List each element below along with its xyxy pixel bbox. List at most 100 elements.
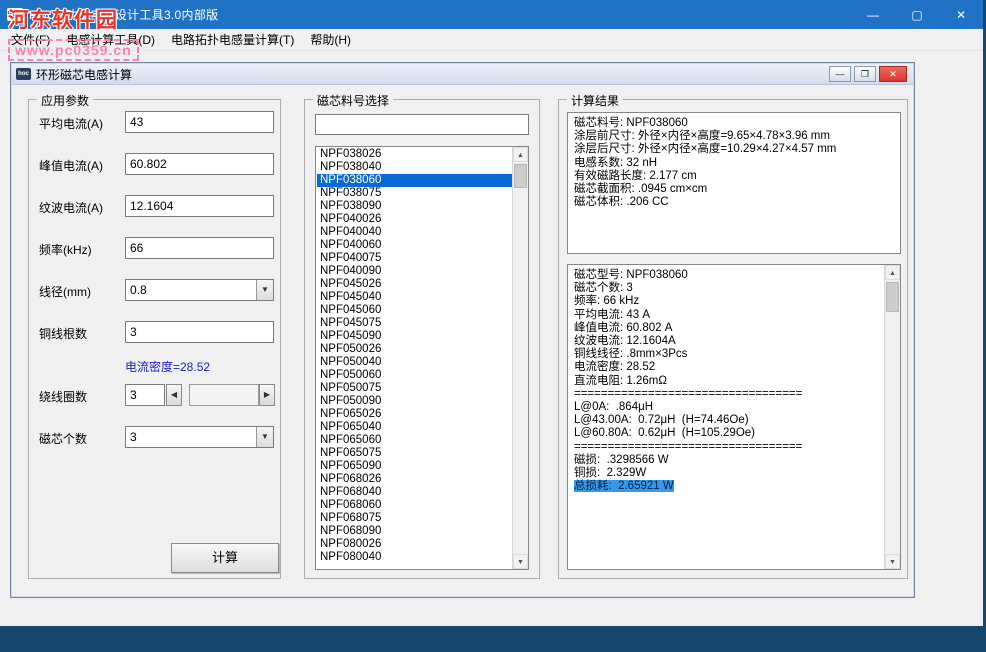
core-list-item[interactable]: NPF045040 <box>317 291 512 304</box>
core-list-item[interactable]: NPF065060 <box>317 434 512 447</box>
desktop: POC POCO功率电感设计工具3.0内部版 — ▢ ✕ 文件(F)电感计算工具… <box>0 0 986 652</box>
menu-item[interactable]: 帮助(H) <box>302 28 359 51</box>
scroll-up-icon[interactable]: ▲ <box>513 147 528 162</box>
spin-left-icon[interactable]: ◀ <box>166 384 182 406</box>
core-list-item[interactable]: NPF038026 <box>317 148 512 161</box>
turns-slider-track[interactable] <box>189 384 259 406</box>
result-line: 有效磁路长度: 2.177 cm <box>574 170 894 183</box>
spin-right-icon[interactable]: ▶ <box>259 384 275 406</box>
core-list-item[interactable]: NPF068075 <box>317 512 512 525</box>
core-list-item[interactable]: NPF038090 <box>317 200 512 213</box>
maximize-button[interactable]: ▢ <box>895 0 939 29</box>
peak-current-input[interactable] <box>125 153 274 175</box>
result-summary-box[interactable]: 磁芯料号: NPF038060涂层前尺寸: 外径×内径×高度=9.65×4.78… <box>567 112 901 254</box>
child-window-controls: — ❐ ✕ <box>826 66 907 82</box>
result-line: L@0A: .864μH <box>574 401 878 414</box>
core-list-item[interactable]: NPF068060 <box>317 499 512 512</box>
core-list-item[interactable]: NPF068040 <box>317 486 512 499</box>
param-row: 绕线圈数 ◀ ▶ <box>39 384 272 406</box>
ripple-current-input[interactable] <box>125 195 274 217</box>
wire-diameter-label: 线径(mm) <box>39 283 91 300</box>
core-list-item[interactable]: NPF040075 <box>317 252 512 265</box>
result-line: 磁芯截面积: .0945 cm×cm <box>574 183 894 196</box>
avg-current-input[interactable] <box>125 111 274 133</box>
current-density-text: 电流密度=28.52 <box>125 358 210 375</box>
chevron-down-icon[interactable]: ▼ <box>256 427 273 447</box>
core-list-item[interactable]: NPF045075 <box>317 317 512 330</box>
child-app-icon: hoc <box>16 68 31 80</box>
core-list-item[interactable]: NPF040090 <box>317 265 512 278</box>
result-line: L@60.80A: 0.62μH (H=105.29Oe) <box>574 427 878 440</box>
core-list-item[interactable]: NPF068026 <box>317 473 512 486</box>
core-list-item[interactable]: NPF050040 <box>317 356 512 369</box>
result-line: 频率: 66 kHz <box>574 295 878 308</box>
calculate-button[interactable]: 计算 <box>171 543 279 573</box>
param-row: 线径(mm) 0.8 ▼ <box>39 279 272 301</box>
param-row: 铜线根数 <box>39 321 272 343</box>
core-count-select[interactable]: 3 ▼ <box>125 426 274 448</box>
scrollbar-thumb[interactable] <box>514 164 527 188</box>
copper-strands-input[interactable] <box>125 321 274 343</box>
core-filter-input[interactable] <box>315 114 529 135</box>
result-detail-box[interactable]: 磁芯型号: NPF038060磁芯个数: 3频率: 66 kHz平均电流: 43… <box>567 264 901 570</box>
chevron-down-icon[interactable]: ▼ <box>256 280 273 300</box>
turns-label: 绕线圈数 <box>39 388 87 405</box>
wire-diameter-value: 0.8 <box>130 283 147 297</box>
result-line: 平均电流: 43 A <box>574 309 878 322</box>
child-minimize-button[interactable]: — <box>829 66 851 82</box>
scrollbar-thumb[interactable] <box>886 282 899 312</box>
core-list-item[interactable]: NPF040026 <box>317 213 512 226</box>
menu-item[interactable]: 电感计算工具(D) <box>58 28 163 51</box>
core-list-item[interactable]: NPF050075 <box>317 382 512 395</box>
frequency-label: 频率(kHz) <box>39 241 92 258</box>
core-list-item[interactable]: NPF045090 <box>317 330 512 343</box>
menu-item[interactable]: 文件(F) <box>3 28 58 51</box>
child-close-button[interactable]: ✕ <box>879 66 907 82</box>
core-list-item[interactable]: NPF065090 <box>317 460 512 473</box>
core-list-item[interactable]: NPF068090 <box>317 525 512 538</box>
frequency-input[interactable] <box>125 237 274 259</box>
turns-input[interactable] <box>125 384 165 406</box>
core-list-groupbox: 磁芯料号选择 NPF038026NPF038040NPF038060NPF038… <box>304 99 540 579</box>
result-line: 涂层前尺寸: 外径×内径×高度=9.65×4.78×3.96 mm <box>574 130 894 143</box>
core-list-item[interactable]: NPF038075 <box>317 187 512 200</box>
scroll-down-icon[interactable]: ▼ <box>885 554 900 569</box>
minimize-button[interactable]: — <box>851 0 895 29</box>
core-list-item[interactable]: NPF050090 <box>317 395 512 408</box>
scroll-down-icon[interactable]: ▼ <box>513 554 528 569</box>
core-list-item[interactable]: NPF045026 <box>317 278 512 291</box>
result-line: 磁芯料号: NPF038060 <box>574 117 894 130</box>
core-list-item[interactable]: NPF080040 <box>317 551 512 564</box>
core-list-item[interactable]: NPF040060 <box>317 239 512 252</box>
result-line: 磁芯体积: .206 CC <box>574 196 894 209</box>
close-button[interactable]: ✕ <box>939 0 983 29</box>
results-group-title: 计算结果 <box>567 92 623 109</box>
param-row: 纹波电流(A) <box>39 195 272 217</box>
result-detail-scrollbar[interactable]: ▲ ▼ <box>884 265 900 569</box>
wire-diameter-select[interactable]: 0.8 ▼ <box>125 279 274 301</box>
result-line: 磁损: .3298566 W <box>574 454 878 467</box>
child-window: hoc 环形磁芯电感计算 — ❐ ✕ 应用参数 平均电流(A) <box>10 62 915 598</box>
core-list-item[interactable]: NPF038040 <box>317 161 512 174</box>
core-list-item[interactable]: NPF050060 <box>317 369 512 382</box>
core-list-item[interactable]: NPF050026 <box>317 343 512 356</box>
core-list-scrollbar[interactable]: ▲ ▼ <box>512 147 528 569</box>
child-titlebar: hoc 环形磁芯电感计算 — ❐ ✕ <box>12 64 913 85</box>
scroll-up-icon[interactable]: ▲ <box>885 265 900 280</box>
peak-current-label: 峰值电流(A) <box>39 157 103 174</box>
menu-item[interactable]: 电路拓扑电感量计算(T) <box>163 28 302 51</box>
core-list-item[interactable]: NPF038060 <box>317 174 512 187</box>
result-line: ================================== <box>574 441 878 454</box>
core-list-item[interactable]: NPF065026 <box>317 408 512 421</box>
menubar: 文件(F)电感计算工具(D)电路拓扑电感量计算(T)帮助(H) <box>0 29 983 51</box>
core-list-item[interactable]: NPF065040 <box>317 421 512 434</box>
core-list-item[interactable]: NPF040040 <box>317 226 512 239</box>
core-list-item[interactable]: NPF065075 <box>317 447 512 460</box>
main-window-title: POCO功率电感设计工具3.0内部版 <box>29 6 218 23</box>
core-list-item[interactable]: NPF080026 <box>317 538 512 551</box>
main-titlebar: POC POCO功率电感设计工具3.0内部版 — ▢ ✕ <box>0 0 983 29</box>
child-restore-button[interactable]: ❐ <box>854 66 876 82</box>
core-list[interactable]: NPF038026NPF038040NPF038060NPF038075NPF0… <box>315 146 529 570</box>
core-list-item[interactable]: NPF045060 <box>317 304 512 317</box>
result-line: 涂层后尺寸: 外径×内径×高度=10.29×4.27×4.57 mm <box>574 143 894 156</box>
